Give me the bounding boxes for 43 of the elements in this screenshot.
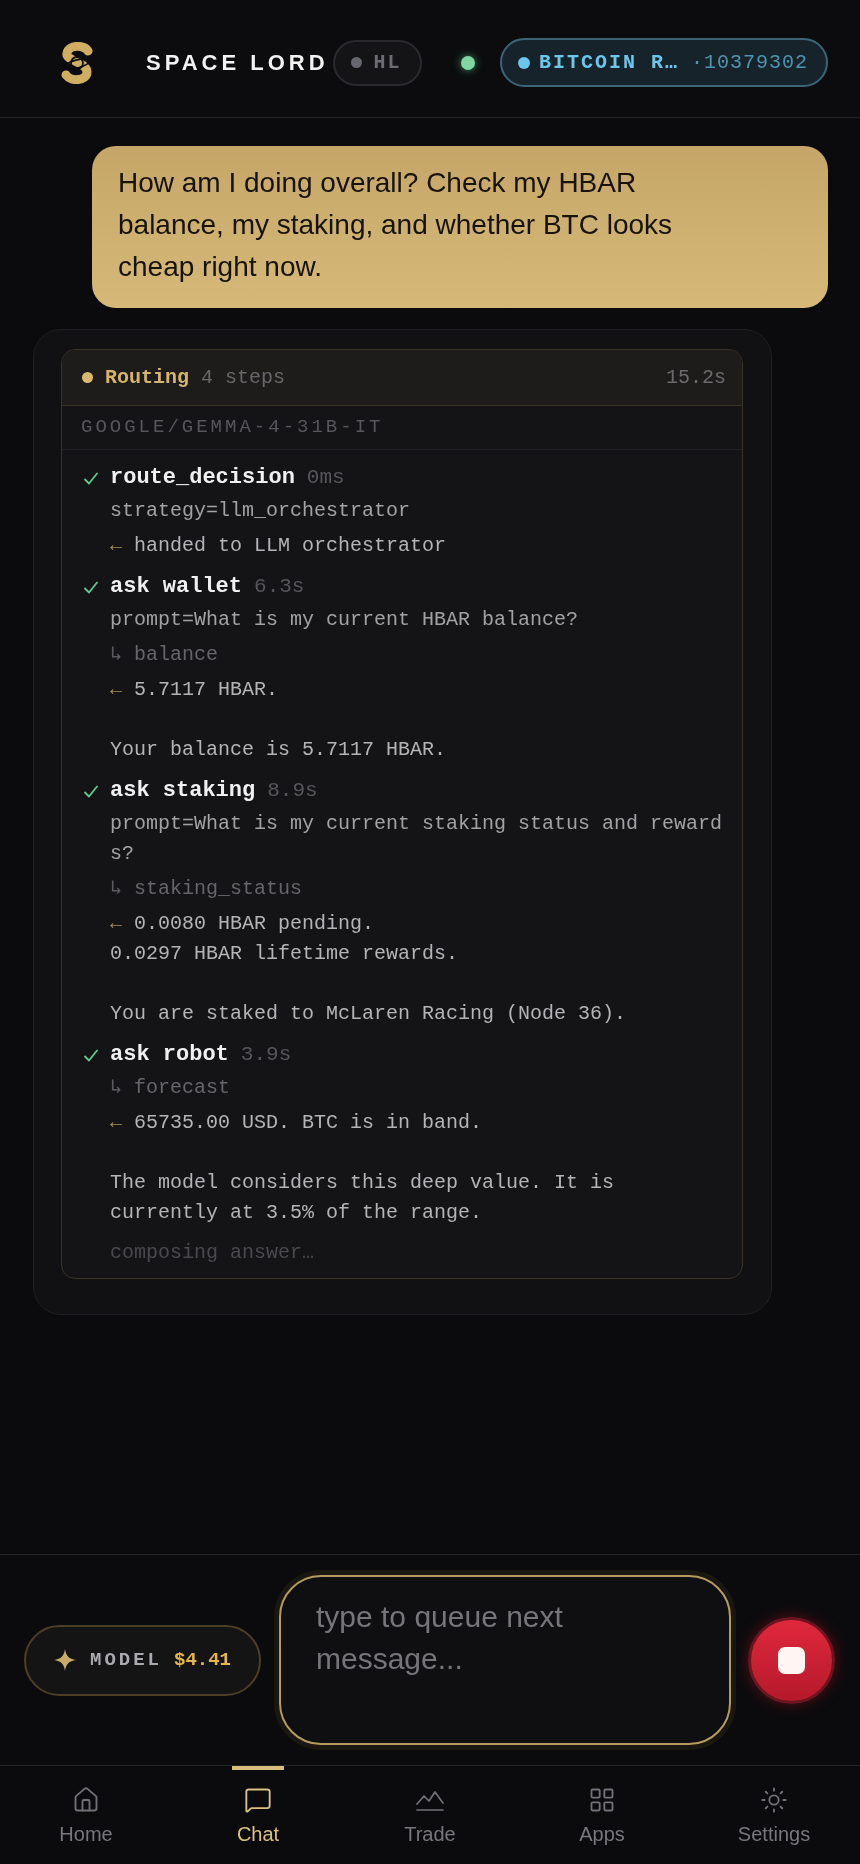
nav-tab[interactable]: Chat — [172, 1766, 344, 1864]
step-duration: 3.9s — [240, 1042, 292, 1068]
brand-name: SPACE LORD — [146, 49, 329, 77]
line-chart-icon — [415, 1788, 445, 1812]
user-message-text: How am I doing overall? Check my HBAR balance, my staking, and whether BTC looks cheap right now. — [118, 166, 674, 284]
chat-bubble-icon — [244, 1786, 272, 1814]
step-result: ← 65735.00 USD. BTC is in band. The model considers this deep value. It is currently at 3.5% of the range. — [110, 1110, 616, 1226]
stop-icon — [778, 1646, 805, 1674]
step-name: ask wallet — [110, 573, 243, 601]
step-count: 4 steps — [201, 364, 286, 391]
sun-icon — [760, 1786, 788, 1814]
sparkle-icon — [54, 1649, 76, 1671]
nav-tab[interactable]: Home — [0, 1766, 172, 1864]
tool-call-text: ↳ staking_status — [110, 876, 304, 902]
elapsed-time: 15.2s — [666, 364, 726, 391]
step-name: route_decision — [110, 464, 295, 492]
message-input[interactable]: type to queue next message... — [279, 1575, 731, 1745]
model-button[interactable]: MODEL $4.41 — [24, 1624, 261, 1696]
step-duration: 0ms — [306, 465, 345, 491]
stop-button[interactable] — [748, 1616, 835, 1704]
step-parameter: strategy=llm_orchestrator — [110, 498, 412, 524]
tool-call-text: ↳ forecast — [110, 1075, 232, 1101]
grid-icon — [588, 1786, 616, 1814]
model-label: MODEL — [90, 1647, 162, 1673]
chain-pill[interactable]: BITCOIN R… ·10379302 — [499, 38, 828, 87]
routing-title: Routing — [105, 364, 189, 391]
step-result: ← 0.0080 HBAR pending. 0.0297 HBAR lifetime rewards. You are staked to McLaren Racing (Node 36). — [110, 911, 628, 1027]
tool-call-text: ↳ balance — [110, 642, 220, 668]
step-parameter: prompt=What is my current staking status and rewards? — [110, 811, 724, 867]
step-result: ← handed to LLM orchestrator — [110, 533, 448, 559]
step-duration: 6.3s — [254, 574, 305, 600]
model-cost: $4.41 — [174, 1647, 231, 1673]
network-pill[interactable]: HL — [332, 39, 422, 86]
step-name: ask robot — [110, 1041, 229, 1069]
nav-tab[interactable]: Trade — [344, 1766, 516, 1864]
step-name: ask staking — [110, 777, 256, 805]
nav-tab[interactable]: Settings — [688, 1766, 860, 1864]
nav-tab[interactable]: Apps — [516, 1766, 688, 1864]
home-icon — [72, 1786, 100, 1814]
model-name: GOOGLE/GEMMA-4-31B-IT — [81, 415, 384, 441]
step-duration: 8.9s — [267, 778, 318, 804]
step-result: ← 5.7117 HBAR. Your balance is 5.7117 HBAR. — [110, 677, 448, 763]
step-parameter: prompt=What is my current HBAR balance? — [110, 607, 580, 633]
